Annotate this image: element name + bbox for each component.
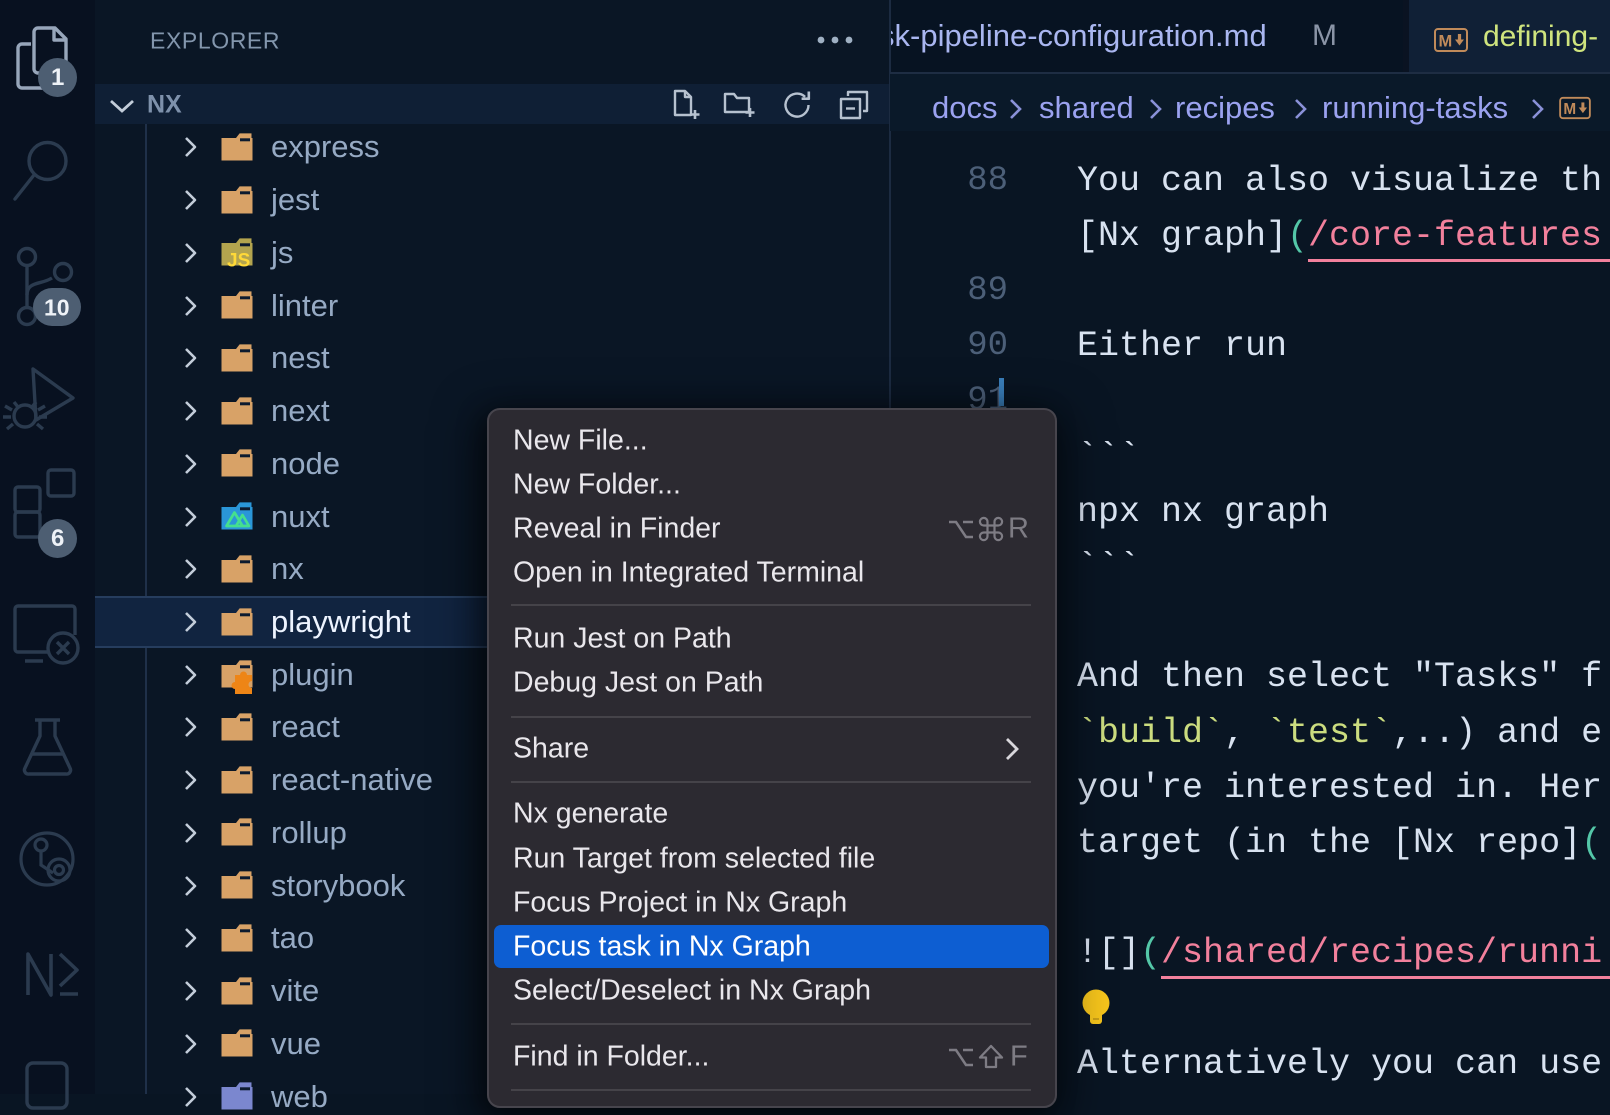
svg-text:M: M <box>1439 33 1453 51</box>
svg-text:JS: JS <box>227 251 250 272</box>
svg-text:M: M <box>1563 101 1576 118</box>
